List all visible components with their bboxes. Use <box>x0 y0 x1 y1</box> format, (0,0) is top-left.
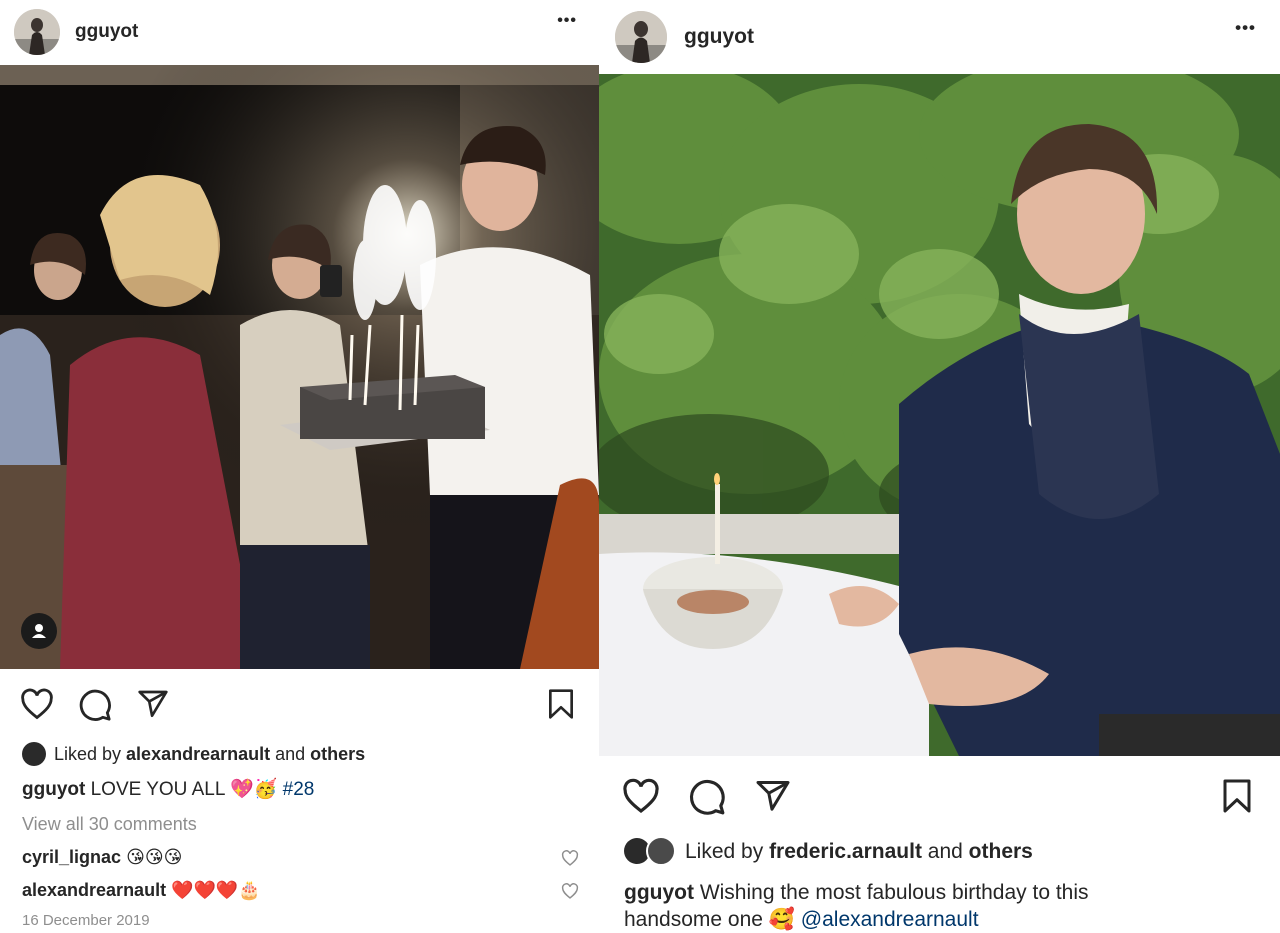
bookmark-icon[interactable] <box>546 688 576 720</box>
avatar[interactable] <box>615 11 667 63</box>
comment-like-heart-icon[interactable] <box>561 883 579 899</box>
heart-icon[interactable] <box>20 688 54 720</box>
hashtag-link[interactable]: #28 <box>283 779 315 800</box>
user-tag-icon[interactable] <box>21 613 57 649</box>
liked-by-others-link[interactable]: others <box>969 840 1033 863</box>
mention-link[interactable]: @alexandrearnault <box>801 908 979 931</box>
post-username[interactable]: gguyot <box>684 25 754 49</box>
liked-by-user-link[interactable]: alexandrearnault <box>126 744 270 764</box>
birthday-cake-photo <box>0 65 599 669</box>
caption-emojis: 💖🥳 <box>230 779 278 800</box>
post-header: gguyot <box>599 0 1280 74</box>
comment-username[interactable]: alexandrearnault <box>22 880 166 900</box>
post-photo[interactable] <box>599 74 1280 756</box>
caption-text: LOVE YOU ALL <box>85 779 231 800</box>
caption: gguyot LOVE YOU ALL 💖🥳 #28 <box>22 776 314 804</box>
action-bar <box>599 756 1280 836</box>
send-icon[interactable] <box>754 778 792 814</box>
avatar-image <box>615 11 667 63</box>
comment-icon[interactable] <box>78 688 112 722</box>
caption-text: Wishing the most fabulous birthday to th… <box>693 881 1089 904</box>
post-right: gguyot ••• Liked by frederic.arnault and… <box>599 0 1280 933</box>
liked-by-row: Liked by frederic.arnault and others <box>624 835 1033 866</box>
more-options-button[interactable]: ••• <box>1235 18 1256 38</box>
liked-by-row: Liked by alexandrearnault and others <box>22 741 365 767</box>
liked-by-prefix: Liked by <box>685 840 770 863</box>
avatar[interactable] <box>14 9 60 55</box>
view-all-comments-link[interactable]: View all 30 comments <box>22 811 197 837</box>
send-icon[interactable] <box>136 688 170 720</box>
liked-by-and: and <box>270 744 311 764</box>
caption-continued: handsome one 🥰 @alexandrearnault <box>624 906 979 933</box>
liked-by-and: and <box>921 840 969 863</box>
caption-username[interactable]: gguyot <box>22 779 85 800</box>
post-date: 16 December 2019 <box>22 912 150 929</box>
comment-text: ❤️❤️❤️🎂 <box>171 880 261 900</box>
caption-emoji: 🥰 <box>768 908 795 931</box>
more-options-button[interactable]: ••• <box>557 12 577 30</box>
comment-text: 😘😘😘 <box>126 847 183 867</box>
action-bar <box>0 670 599 740</box>
liker-avatar[interactable] <box>22 741 46 766</box>
post-header: gguyot <box>0 0 599 64</box>
post-photo[interactable] <box>0 65 599 669</box>
comment-username[interactable]: cyril_lignac <box>22 847 121 867</box>
garden-portrait-photo <box>599 74 1280 756</box>
bookmark-icon[interactable] <box>1221 778 1253 814</box>
liked-by-user-link[interactable]: frederic.arnault <box>769 840 922 863</box>
avatar-image <box>14 9 60 55</box>
liked-by-prefix: Liked by <box>54 744 127 764</box>
liked-by-others-link[interactable]: others <box>310 744 365 764</box>
liker-avatar[interactable] <box>646 835 676 866</box>
comment-like-heart-icon[interactable] <box>561 850 579 866</box>
heart-icon[interactable] <box>622 778 660 814</box>
post-left: gguyot ••• Liked by alexandrearnault and… <box>0 0 599 933</box>
comment-row: cyril_lignac 😘😘😘 <box>22 843 182 871</box>
caption-text: handsome one <box>624 908 769 931</box>
comment-icon[interactable] <box>688 778 726 816</box>
post-username[interactable]: gguyot <box>75 21 138 43</box>
caption: gguyot Wishing the most fabulous birthda… <box>624 879 1089 906</box>
caption-username[interactable]: gguyot <box>624 881 694 904</box>
comment-row: alexandrearnault ❤️❤️❤️🎂 <box>22 876 261 904</box>
